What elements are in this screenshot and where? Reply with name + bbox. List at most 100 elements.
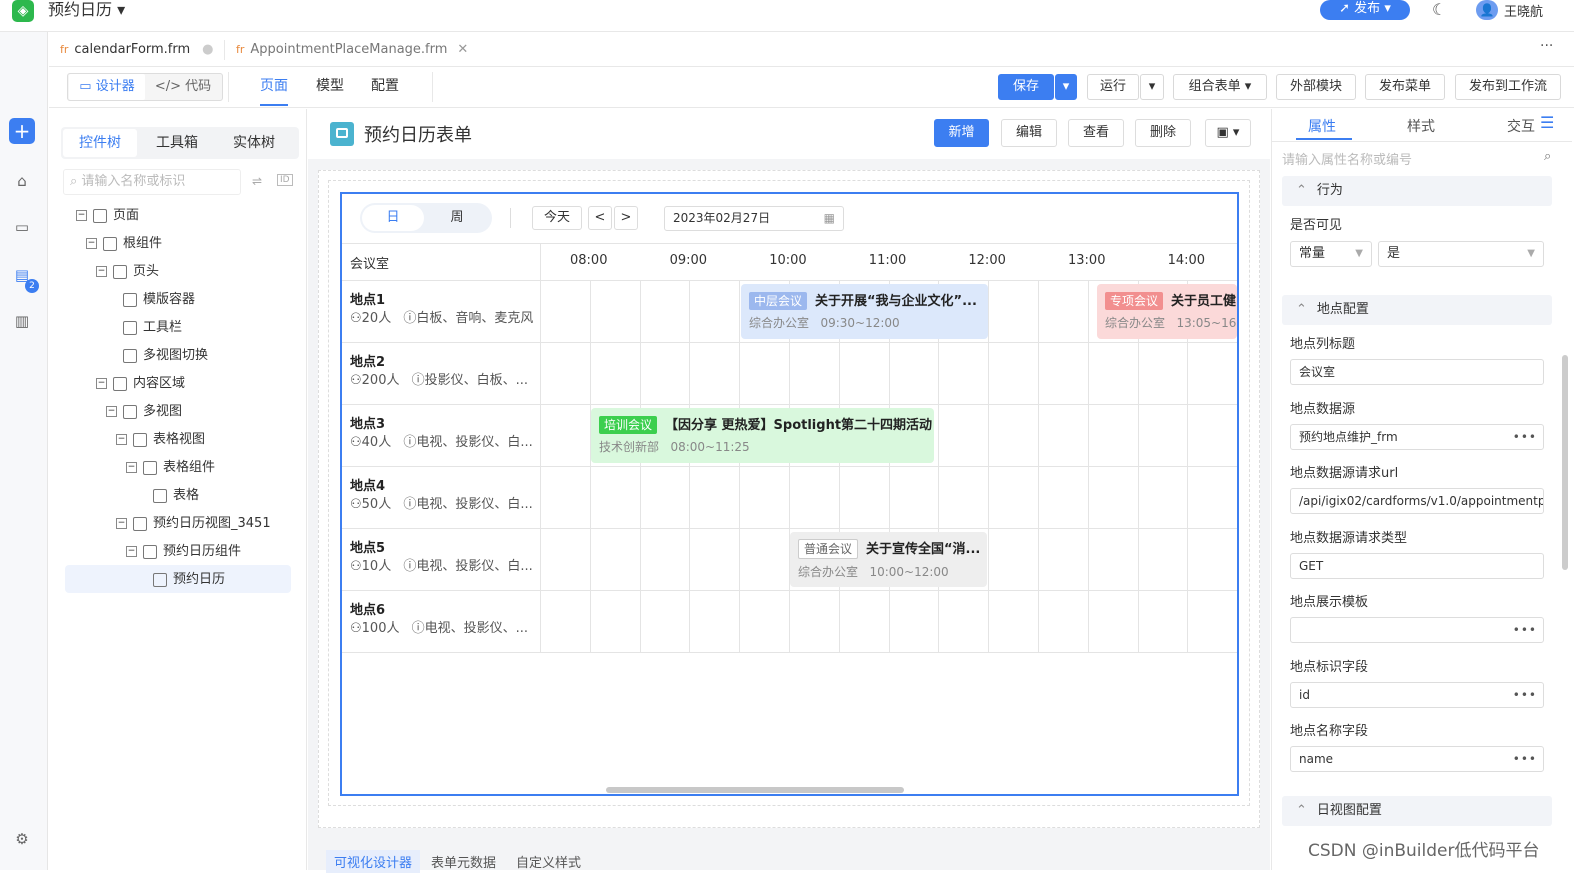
more-options-icon[interactable]: ••• [1513, 683, 1537, 707]
home-icon[interactable]: ⌂ [9, 168, 35, 194]
run-button[interactable]: 运行 [1087, 74, 1139, 100]
code-button[interactable]: </> 代码 [146, 74, 220, 100]
tree-node[interactable]: − 预约日历视图_3451 [116, 512, 271, 536]
expand-icon[interactable]: − [116, 518, 127, 529]
event-training-meeting[interactable]: 培训会议 【因分享 更热爱】Spotlight第二十四期活动 技术创新部 08:0… [591, 408, 934, 463]
combo-form-button[interactable]: 组合表单 ▾ [1173, 74, 1267, 100]
tree-node[interactable]: − 表格视图 [116, 428, 205, 452]
date-picker[interactable]: 2023年02月27日 ▦ [664, 206, 844, 231]
publish-menu-button[interactable]: 发布菜单 [1365, 74, 1445, 100]
filter-icon[interactable]: ⇌ [252, 174, 262, 188]
dark-mode-icon[interactable]: ☾ [1432, 0, 1446, 19]
next-button[interactable]: > [614, 206, 638, 230]
tab-toolbox[interactable]: 工具箱 [140, 129, 214, 157]
calendar-dropdown-icon[interactable]: ▣ ▾ [1205, 119, 1251, 147]
section-place-config[interactable]: ⌃ 地点配置 [1282, 295, 1552, 325]
field-input[interactable]: GET [1290, 552, 1544, 579]
prev-button[interactable]: < [588, 206, 612, 230]
tab-form-metadata[interactable]: 表单元数据 [431, 852, 496, 871]
tab-page[interactable]: 页面 [260, 68, 288, 106]
add-button[interactable]: 新增 [934, 119, 989, 147]
tree-node[interactable]: − 多视图 [106, 400, 182, 424]
expand-icon[interactable]: − [96, 266, 107, 277]
user-name[interactable]: 王晓航 [1504, 1, 1543, 20]
field-input[interactable]: id ••• [1290, 681, 1544, 708]
menu-icon[interactable]: ☰ [1540, 113, 1554, 132]
tree-node[interactable]: − 预约日历组件 [126, 540, 241, 564]
settings-icon[interactable]: ⚙ [9, 826, 35, 852]
tree-node[interactable]: 工具栏 [106, 316, 182, 340]
more-options-icon[interactable]: ••• [1513, 747, 1537, 771]
document-icon[interactable]: ▥ [9, 308, 35, 334]
tab-interaction[interactable]: 交互 [1507, 116, 1535, 136]
expand-icon[interactable]: − [106, 406, 117, 417]
expand-icon[interactable]: − [116, 434, 127, 445]
edit-button[interactable]: 编辑 [1001, 119, 1057, 147]
tree-node[interactable]: 多视图切换 [106, 344, 208, 368]
tab-control-tree[interactable]: 控件树 [63, 129, 137, 157]
file-tab-calendar-form[interactable]: fr calendarForm.frm ● [60, 33, 214, 67]
week-view-button[interactable]: 周 [426, 205, 488, 231]
tree-node[interactable]: 预约日历 [136, 568, 225, 592]
tree-node[interactable]: − 页头 [96, 260, 159, 284]
app-title[interactable]: 预约日历 ▾ [48, 0, 125, 20]
tree-node[interactable]: 表格 [136, 484, 199, 508]
file-tab-appointment-place[interactable]: fr AppointmentPlaceManage.frm ✕ [236, 33, 468, 67]
more-options-icon[interactable]: ••• [1513, 618, 1537, 642]
visible-type-select[interactable]: 常量 ▼ [1290, 241, 1372, 267]
tab-custom-style[interactable]: 自定义样式 [516, 852, 581, 871]
property-search-input[interactable]: 请输入属性名称或编号 [1282, 149, 1562, 171]
view-button[interactable]: 查看 [1068, 119, 1124, 147]
tab-entity-tree[interactable]: 实体树 [217, 129, 291, 157]
search-icon[interactable]: ⌕ [1544, 149, 1551, 164]
field-label: 地点标识字段 [1290, 659, 1369, 675]
tree-node[interactable]: − 表格组件 [126, 456, 215, 480]
vertical-scrollbar[interactable] [1562, 355, 1568, 570]
more-icon[interactable]: ··· [1540, 38, 1553, 54]
expand-icon[interactable]: − [126, 462, 137, 473]
save-dropdown-button[interactable]: ▾ [1055, 74, 1077, 100]
tree-node[interactable]: − 页面 [76, 204, 139, 228]
tab-properties[interactable]: 属性 [1308, 116, 1336, 136]
external-module-button[interactable]: 外部模块 [1276, 74, 1356, 100]
publish-button[interactable]: ➚ 发布 ▾ [1320, 0, 1410, 20]
field-input[interactable]: ••• [1290, 617, 1544, 643]
tree-node[interactable]: − 根组件 [86, 232, 162, 256]
tree-search-input[interactable]: ⌕ 请输入名称或标识 [63, 169, 241, 195]
today-button[interactable]: 今天 [532, 206, 582, 230]
publish-workflow-button[interactable]: 发布到工作流 [1455, 74, 1561, 100]
id-icon[interactable]: ID [277, 174, 293, 186]
event-normal-meeting[interactable]: 普通会议 关于宣传全国“消... 综合办公室 10:00~12:00 [790, 532, 987, 587]
tab-model[interactable]: 模型 [316, 68, 344, 106]
visible-value-select[interactable]: 是 ▼ [1378, 241, 1544, 267]
horizontal-scrollbar[interactable] [606, 787, 904, 793]
event-mid-meeting[interactable]: 中层会议 关于开展“我与企业文化”... 综合办公室 09:30~12:00 [741, 284, 988, 339]
section-behavior[interactable]: ⌃ 行为 [1282, 176, 1552, 206]
monitor-icon[interactable]: ▭ [9, 214, 35, 240]
more-options-icon[interactable]: ••• [1513, 425, 1537, 449]
tab-config[interactable]: 配置 [371, 68, 399, 106]
expand-icon[interactable]: − [86, 238, 97, 249]
avatar[interactable]: 👤 [1476, 0, 1498, 20]
place-cell: 地点3 ⚇40人 ⓘ电视、投影仪、白... [350, 416, 538, 452]
field-input[interactable]: 会议室 [1290, 359, 1544, 385]
run-dropdown-button[interactable]: ▾ [1140, 74, 1164, 100]
delete-button[interactable]: 删除 [1135, 119, 1191, 147]
section-dayview-config[interactable]: ⌃ 日视图配置 [1282, 796, 1552, 826]
tab-divider [224, 40, 225, 60]
tree-node[interactable]: 模版容器 [106, 288, 195, 312]
day-view-button[interactable]: 日 [362, 205, 424, 231]
add-icon[interactable]: + [9, 118, 35, 144]
tab-style[interactable]: 样式 [1407, 116, 1435, 136]
designer-button[interactable]: ▭ 设计器 [69, 74, 145, 100]
expand-icon[interactable]: − [126, 546, 137, 557]
field-input[interactable]: /api/igix02/cardforms/v1.0/appointmentpl… [1290, 488, 1544, 514]
people-icon: ⚇ [350, 373, 362, 388]
expand-icon[interactable]: − [76, 210, 87, 221]
save-button[interactable]: 保存 [998, 74, 1054, 100]
field-input[interactable]: name ••• [1290, 746, 1544, 772]
expand-icon[interactable]: − [96, 378, 107, 389]
field-input[interactable]: 预约地点维护_frm ••• [1290, 423, 1544, 450]
tree-node[interactable]: − 内容区域 [96, 372, 185, 396]
event-special-meeting[interactable]: 专项会议 关于员工健 综合办公室 13:05~16 [1097, 284, 1237, 339]
